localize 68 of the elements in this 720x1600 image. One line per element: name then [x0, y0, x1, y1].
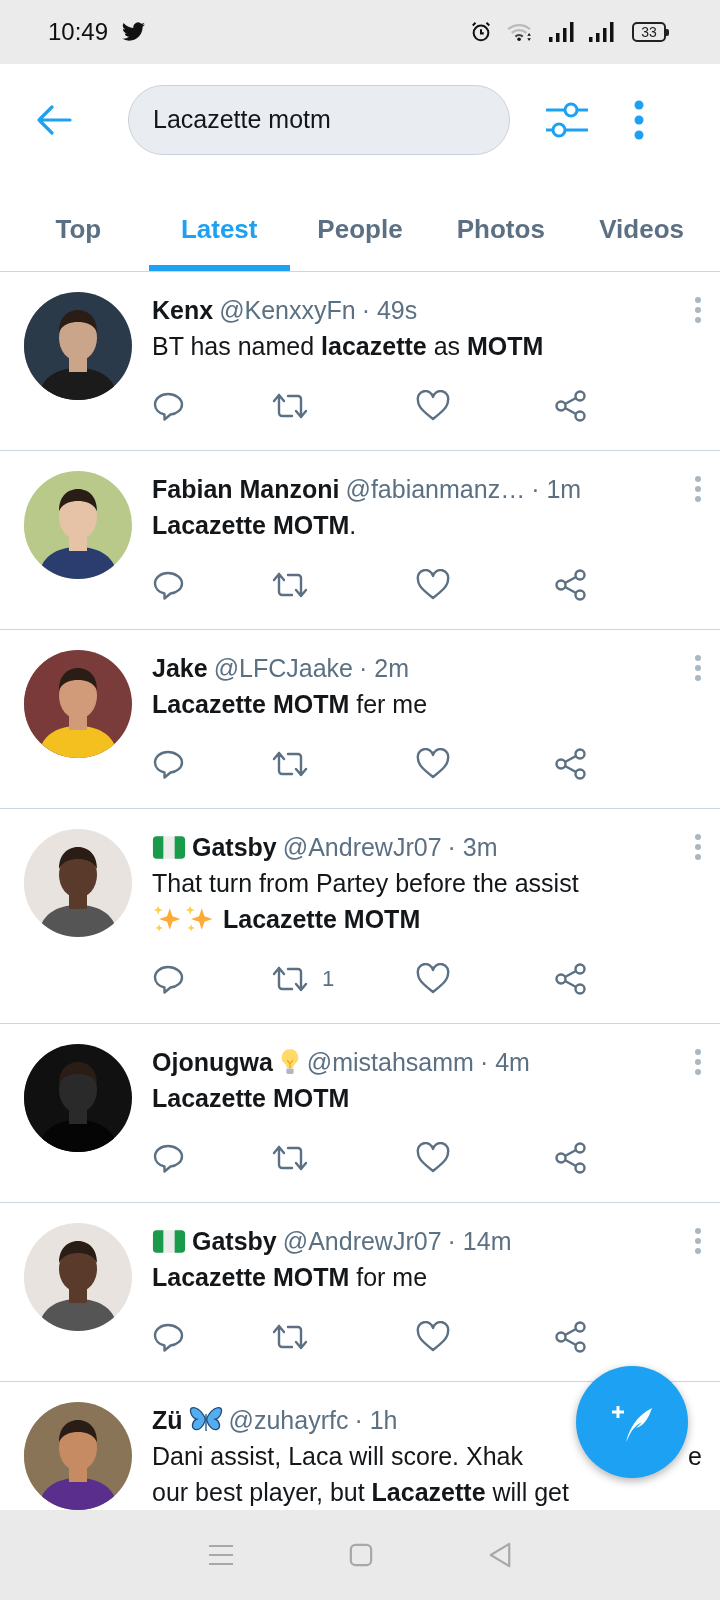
more-icon[interactable] — [634, 99, 644, 140]
flag-icon — [152, 833, 186, 861]
user-handle: @zuhayrfc — [228, 1405, 349, 1435]
comment-icon[interactable] — [152, 1142, 184, 1174]
compose-button[interactable] — [576, 1366, 688, 1478]
heart-icon[interactable] — [416, 748, 450, 780]
heart-icon[interactable] — [416, 569, 450, 601]
tweet-text: Lacazette MOTM fer me — [152, 689, 428, 719]
display-name: Gatsby — [192, 832, 277, 862]
display-name: Ojonugwa — [152, 1047, 273, 1077]
tweet-time: · 49s — [361, 295, 418, 325]
search-tab[interactable]: Photos — [430, 175, 572, 271]
search-tab[interactable]: People — [289, 175, 431, 271]
share-icon[interactable] — [554, 962, 588, 996]
tweet-text: That turn from Partey before the assist — [152, 868, 579, 898]
share-icon[interactable] — [554, 1320, 588, 1354]
search-tab[interactable]: Videos — [571, 175, 712, 271]
tweet-time: · 14m — [447, 1226, 512, 1256]
comment-icon[interactable] — [152, 963, 184, 995]
display-name: Zü — [152, 1405, 183, 1435]
tweet-time: · 1m — [531, 474, 582, 504]
tweet-text: Dani assist, Laca will score. Xhak — [152, 1441, 523, 1471]
heart-icon[interactable] — [416, 1321, 450, 1353]
tweet-text: BT has named lacazette as MOTM — [152, 331, 544, 361]
heart-icon[interactable] — [416, 390, 450, 422]
comment-icon[interactable] — [152, 748, 184, 780]
user-handle: @LFCJaake — [213, 653, 353, 683]
tweet-time: · 4m — [479, 1047, 530, 1077]
share-icon[interactable] — [554, 747, 588, 781]
share-icon[interactable] — [554, 568, 588, 602]
signal-icon — [548, 21, 574, 43]
tweet-text: Lacazette MOTM — [221, 904, 421, 934]
display-name: Jake — [152, 653, 208, 683]
comment-icon[interactable] — [152, 1321, 184, 1353]
user-handle: @KenxxyFn — [219, 295, 356, 325]
flag-icon — [152, 1227, 186, 1255]
user-handle: @fabianmanz… — [345, 474, 526, 504]
tweet-time: · 3m — [447, 832, 498, 862]
share-icon[interactable] — [554, 389, 588, 423]
search-field[interactable]: Lacazette motm — [128, 84, 510, 155]
display-name: Fabian Manzoni — [152, 474, 340, 504]
wifi-icon — [506, 22, 534, 42]
display-name: Gatsby — [192, 1226, 277, 1256]
display-name: Kenx — [152, 295, 214, 325]
tweet-text: Lacazette MOTM. — [152, 510, 357, 540]
tweet-text: Lacazette MOTM for me — [152, 1262, 428, 1292]
battery-icon: 33 — [632, 22, 666, 42]
heart-icon[interactable] — [416, 1142, 450, 1174]
bird-icon — [122, 22, 147, 42]
signal-icon — [588, 21, 614, 43]
tweet-text: e — [688, 1441, 702, 1471]
retweet-count: 1 — [322, 966, 335, 992]
alarm-icon — [470, 21, 492, 43]
comment-icon[interactable] — [152, 390, 184, 422]
heart-icon[interactable] — [416, 963, 450, 995]
comment-icon[interactable] — [152, 569, 184, 601]
tweet-time: · 1h — [354, 1405, 398, 1435]
search-tab[interactable]: Latest — [148, 175, 290, 271]
user-handle: @mistahsamm — [306, 1047, 474, 1077]
back-arrow-icon[interactable] — [36, 103, 72, 136]
user-handle: @AndrewJr07 — [282, 832, 442, 862]
user-handle: @AndrewJr07 — [282, 1226, 442, 1256]
tweet-text: our best player, but Lacazette will get — [152, 1477, 569, 1507]
share-icon[interactable] — [554, 1141, 588, 1175]
tweet-time: · 2m — [358, 653, 409, 683]
tweet-text: Lacazette MOTM — [152, 1083, 350, 1113]
clock-time: 10:49 — [48, 18, 109, 46]
search-tab[interactable]: Top — [8, 175, 149, 271]
